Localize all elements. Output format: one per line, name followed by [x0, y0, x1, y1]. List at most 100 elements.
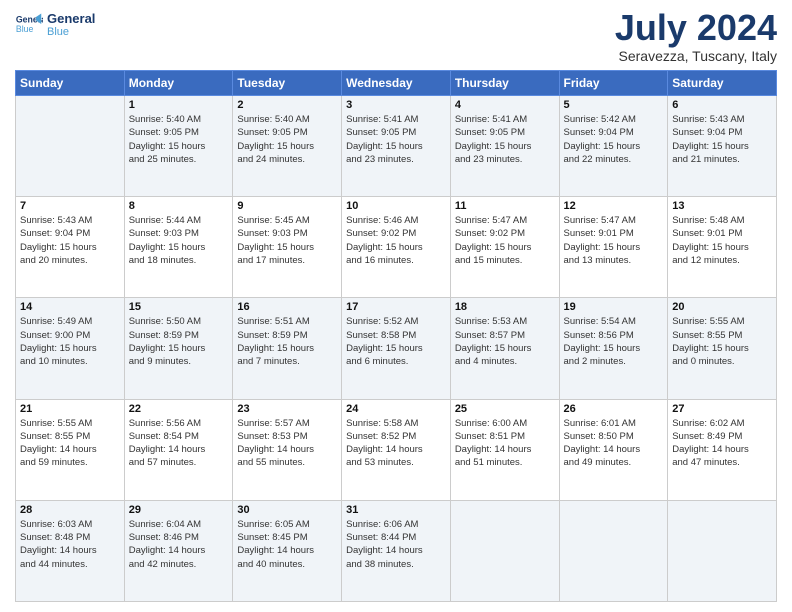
day-number: 3 — [346, 99, 446, 111]
calendar-cell: 9 Sunrise: 5:45 AM Sunset: 9:03 PM Daylig… — [233, 197, 342, 298]
calendar-cell: 5 Sunrise: 5:42 AM Sunset: 9:04 PM Daylig… — [559, 96, 668, 197]
day-number: 20 — [672, 301, 772, 313]
calendar-week-row: 7Sunrise: 5:43 AM Sunset: 9:04 PM Daylig… — [16, 197, 777, 298]
day-info: Sunrise: 5:41 AM Sunset: 9:05 PM Dayligh… — [455, 113, 555, 166]
calendar-week-row: 21 Sunrise: 5:55 AM Sunset: 8:55 PM Dayli… — [16, 399, 777, 500]
calendar-cell: 28 Sunrise: 6:03 AM Sunset: 8:48 PM Dayli… — [16, 500, 125, 601]
calendar-cell: 31 Sunrise: 6:06 AM Sunset: 8:44 PM Dayli… — [342, 500, 451, 601]
day-info: Sunrise: 6:02 AM Sunset: 8:49 PM Dayligh… — [672, 417, 772, 470]
day-info: Sunrise: 5:41 AM Sunset: 9:05 PM Dayligh… — [346, 113, 446, 166]
calendar-cell: 19Sunrise: 5:54 AM Sunset: 8:56 PM Dayli… — [559, 298, 668, 399]
day-info: Sunrise: 6:03 AM Sunset: 8:48 PM Dayligh… — [20, 518, 120, 571]
calendar-cell: 4 Sunrise: 5:41 AM Sunset: 9:05 PM Daylig… — [450, 96, 559, 197]
weekday-header-tuesday: Tuesday — [233, 71, 342, 96]
day-number: 2 — [237, 99, 337, 111]
calendar-cell: 6 Sunrise: 5:43 AM Sunset: 9:04 PM Daylig… — [668, 96, 777, 197]
day-info: Sunrise: 5:57 AM Sunset: 8:53 PM Dayligh… — [237, 417, 337, 470]
day-number: 15 — [129, 301, 229, 313]
day-number: 18 — [455, 301, 555, 313]
weekday-header-thursday: Thursday — [450, 71, 559, 96]
logo-general: General — [47, 11, 95, 26]
calendar-cell: 20 Sunrise: 5:55 AM Sunset: 8:55 PM Dayli… — [668, 298, 777, 399]
day-info: Sunrise: 5:40 AM Sunset: 9:05 PM Dayligh… — [237, 113, 337, 166]
day-number: 31 — [346, 504, 446, 516]
day-number: 28 — [20, 504, 120, 516]
day-info: Sunrise: 5:58 AM Sunset: 8:52 PM Dayligh… — [346, 417, 446, 470]
day-info: Sunrise: 6:01 AM Sunset: 8:50 PM Dayligh… — [564, 417, 664, 470]
calendar-cell: 10 Sunrise: 5:46 AM Sunset: 9:02 PM Dayli… — [342, 197, 451, 298]
day-number: 26 — [564, 403, 664, 415]
calendar-cell: 16 Sunrise: 5:51 AM Sunset: 8:59 PM Dayli… — [233, 298, 342, 399]
day-info: Sunrise: 6:00 AM Sunset: 8:51 PM Dayligh… — [455, 417, 555, 470]
day-number: 7 — [20, 200, 120, 212]
calendar-cell: 2 Sunrise: 5:40 AM Sunset: 9:05 PM Daylig… — [233, 96, 342, 197]
header: General Blue General Blue July 2024 Sera… — [15, 10, 777, 64]
day-info: Sunrise: 6:06 AM Sunset: 8:44 PM Dayligh… — [346, 518, 446, 571]
logo-blue: Blue — [47, 26, 95, 38]
day-info: Sunrise: 5:56 AM Sunset: 8:54 PM Dayligh… — [129, 417, 229, 470]
day-info: Sunrise: 5:51 AM Sunset: 8:59 PM Dayligh… — [237, 315, 337, 368]
day-number: 27 — [672, 403, 772, 415]
weekday-header-sunday: Sunday — [16, 71, 125, 96]
calendar-cell: 29Sunrise: 6:04 AM Sunset: 8:46 PM Dayli… — [124, 500, 233, 601]
day-info: Sunrise: 5:46 AM Sunset: 9:02 PM Dayligh… — [346, 214, 446, 267]
day-info: Sunrise: 5:55 AM Sunset: 8:55 PM Dayligh… — [672, 315, 772, 368]
day-number: 30 — [237, 504, 337, 516]
weekday-header-wednesday: Wednesday — [342, 71, 451, 96]
day-number: 19 — [564, 301, 664, 313]
subtitle: Seravezza, Tuscany, Italy — [615, 48, 777, 64]
calendar-cell — [16, 96, 125, 197]
day-number: 1 — [129, 99, 229, 111]
day-info: Sunrise: 6:05 AM Sunset: 8:45 PM Dayligh… — [237, 518, 337, 571]
day-info: Sunrise: 5:48 AM Sunset: 9:01 PM Dayligh… — [672, 214, 772, 267]
day-number: 24 — [346, 403, 446, 415]
day-number: 11 — [455, 200, 555, 212]
day-number: 21 — [20, 403, 120, 415]
day-info: Sunrise: 5:50 AM Sunset: 8:59 PM Dayligh… — [129, 315, 229, 368]
calendar-cell — [668, 500, 777, 601]
day-info: Sunrise: 5:45 AM Sunset: 9:03 PM Dayligh… — [237, 214, 337, 267]
day-number: 8 — [129, 200, 229, 212]
title-block: July 2024 Seravezza, Tuscany, Italy — [615, 10, 777, 64]
day-number: 17 — [346, 301, 446, 313]
calendar-cell: 26 Sunrise: 6:01 AM Sunset: 8:50 PM Dayli… — [559, 399, 668, 500]
calendar-cell: 8 Sunrise: 5:44 AM Sunset: 9:03 PM Daylig… — [124, 197, 233, 298]
day-number: 4 — [455, 99, 555, 111]
calendar-cell: 15 Sunrise: 5:50 AM Sunset: 8:59 PM Dayli… — [124, 298, 233, 399]
day-number: 5 — [564, 99, 664, 111]
svg-text:Blue: Blue — [16, 24, 34, 34]
calendar-cell: 14Sunrise: 5:49 AM Sunset: 9:00 PM Dayli… — [16, 298, 125, 399]
logo-icon: General Blue — [15, 10, 43, 38]
day-number: 14 — [20, 301, 120, 313]
calendar-cell: 1 Sunrise: 5:40 AM Sunset: 9:05 PM Daylig… — [124, 96, 233, 197]
day-number: 23 — [237, 403, 337, 415]
day-info: Sunrise: 5:42 AM Sunset: 9:04 PM Dayligh… — [564, 113, 664, 166]
page: General Blue General Blue July 2024 Sera… — [0, 0, 792, 612]
calendar-cell: 23 Sunrise: 5:57 AM Sunset: 8:53 PM Dayli… — [233, 399, 342, 500]
calendar-cell: 24 Sunrise: 5:58 AM Sunset: 8:52 PM Dayli… — [342, 399, 451, 500]
day-number: 12 — [564, 200, 664, 212]
calendar-cell: 18 Sunrise: 5:53 AM Sunset: 8:57 PM Dayli… — [450, 298, 559, 399]
day-number: 9 — [237, 200, 337, 212]
calendar-cell — [450, 500, 559, 601]
day-number: 16 — [237, 301, 337, 313]
day-info: Sunrise: 5:44 AM Sunset: 9:03 PM Dayligh… — [129, 214, 229, 267]
calendar-cell: 17Sunrise: 5:52 AM Sunset: 8:58 PM Dayli… — [342, 298, 451, 399]
calendar-cell — [559, 500, 668, 601]
calendar-cell: 11Sunrise: 5:47 AM Sunset: 9:02 PM Dayli… — [450, 197, 559, 298]
calendar-cell: 22Sunrise: 5:56 AM Sunset: 8:54 PM Dayli… — [124, 399, 233, 500]
day-info: Sunrise: 5:53 AM Sunset: 8:57 PM Dayligh… — [455, 315, 555, 368]
weekday-header-saturday: Saturday — [668, 71, 777, 96]
calendar-table: SundayMondayTuesdayWednesdayThursdayFrid… — [15, 70, 777, 602]
main-title: July 2024 — [615, 10, 777, 46]
calendar-cell: 12Sunrise: 5:47 AM Sunset: 9:01 PM Dayli… — [559, 197, 668, 298]
day-info: Sunrise: 5:40 AM Sunset: 9:05 PM Dayligh… — [129, 113, 229, 166]
day-number: 6 — [672, 99, 772, 111]
day-info: Sunrise: 5:43 AM Sunset: 9:04 PM Dayligh… — [672, 113, 772, 166]
day-number: 10 — [346, 200, 446, 212]
day-info: Sunrise: 5:55 AM Sunset: 8:55 PM Dayligh… — [20, 417, 120, 470]
calendar-cell: 13Sunrise: 5:48 AM Sunset: 9:01 PM Dayli… — [668, 197, 777, 298]
calendar-header-row: SundayMondayTuesdayWednesdayThursdayFrid… — [16, 71, 777, 96]
calendar-week-row: 14Sunrise: 5:49 AM Sunset: 9:00 PM Dayli… — [16, 298, 777, 399]
weekday-header-monday: Monday — [124, 71, 233, 96]
